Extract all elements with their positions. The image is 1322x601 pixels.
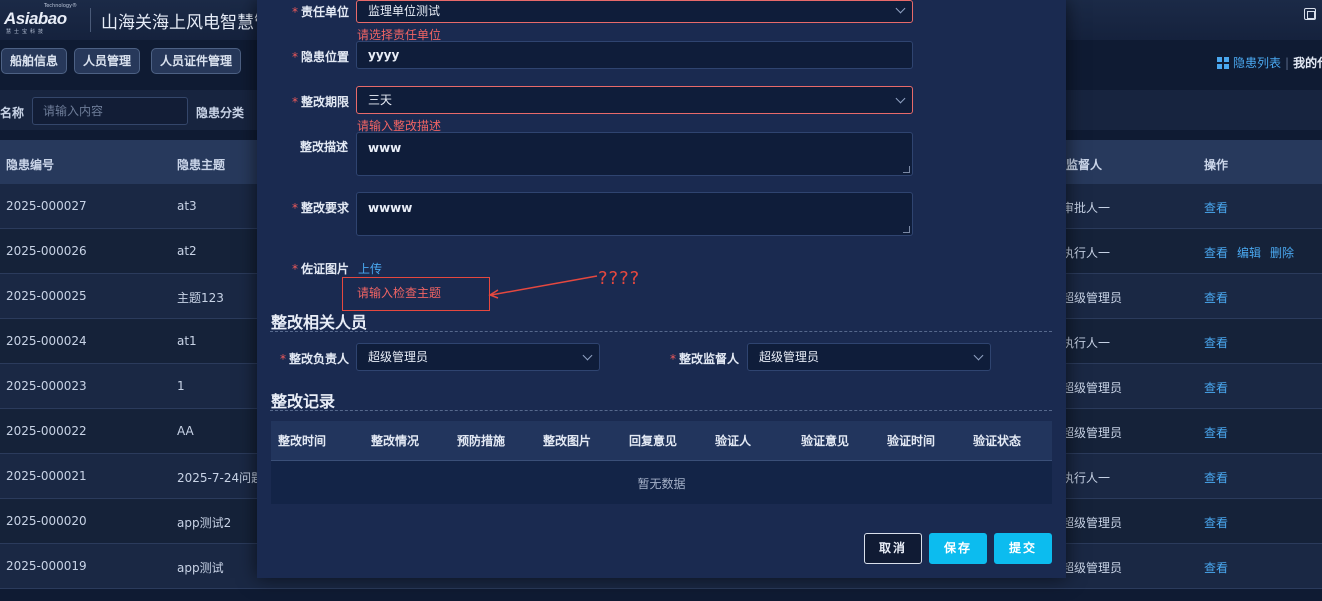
records-section-title: 整改记录 — [271, 392, 336, 411]
records-col-header: 预防措施 — [457, 434, 506, 448]
chevron-down-icon — [895, 3, 906, 14]
view-link[interactable]: 查看 — [1204, 334, 1228, 351]
hazard-location-input[interactable]: yyyy — [356, 41, 913, 69]
annotation-text: ???? — [598, 268, 641, 289]
cell-topic: 2025-7-24问题 — [177, 471, 264, 485]
tab-ship-info[interactable]: 船舶信息 — [1, 48, 68, 74]
cell-topic: 1 — [177, 379, 185, 393]
cell-topic: at3 — [177, 199, 197, 213]
supervisor-label: * 整改监督人 — [670, 352, 740, 366]
cell-supervisor: 执行人一 — [1062, 246, 1111, 260]
chevron-down-icon — [973, 350, 984, 361]
cell-supervisor: 超级管理员 — [1062, 381, 1123, 395]
col-topic: 隐患主题 — [177, 158, 226, 172]
cell-topic: AA — [177, 424, 194, 438]
name-filter-label: 名称 — [0, 106, 25, 120]
chevron-down-icon — [895, 93, 906, 104]
name-filter-input[interactable]: 请输入内容 — [32, 97, 188, 125]
view-link[interactable]: 查看 — [1204, 379, 1228, 396]
category-filter-label: 隐患分类 — [196, 106, 245, 120]
save-button[interactable]: 保存 — [929, 533, 987, 564]
records-col-header: 整改情况 — [371, 434, 420, 448]
records-col-header: 验证状态 — [973, 434, 1022, 448]
annotation-box — [342, 277, 490, 311]
cell-supervisor: 超级管理员 — [1062, 291, 1123, 305]
hazard-location-label: * 隐患位置 — [292, 50, 350, 64]
cell-id: 2025-000023 — [6, 379, 87, 393]
view-link[interactable]: 查看 — [1204, 559, 1228, 576]
col-ops: 操作 — [1204, 158, 1229, 172]
description-label: 整改描述 — [300, 140, 349, 154]
cell-supervisor: 执行人一 — [1062, 336, 1111, 350]
view-link[interactable]: 查看 — [1204, 514, 1228, 531]
records-col-header: 整改时间 — [278, 434, 327, 448]
cell-id: 2025-000019 — [6, 559, 87, 573]
people-section-divider — [270, 331, 1052, 332]
fullscreen-icon[interactable] — [1304, 8, 1316, 20]
link-divider: | — [1285, 56, 1290, 70]
owner-select[interactable]: 超级管理员 — [356, 343, 600, 371]
header-links: 隐患列表 |我的代办 — [1217, 54, 1322, 71]
records-col-header: 验证时间 — [887, 434, 936, 448]
cell-topic: app测试 — [177, 561, 224, 575]
tab-certificates[interactable]: 人员证件管理 — [151, 48, 242, 74]
cell-supervisor: 超级管理员 — [1062, 516, 1123, 530]
title-divider — [90, 8, 91, 32]
cell-topic: at1 — [177, 334, 197, 348]
responsible-unit-label: * 责任单位 — [292, 5, 350, 19]
annotation-arrow — [488, 275, 598, 299]
logo-brand: Asiabao — [4, 9, 67, 28]
requirement-textarea[interactable]: wwww — [356, 192, 913, 236]
deadline-select[interactable]: 三天 — [356, 86, 913, 114]
responsible-unit-select[interactable]: 监理单位测试 — [356, 0, 913, 23]
col-id: 隐患编号 — [6, 158, 55, 172]
owner-label: * 整改负责人 — [280, 352, 350, 366]
cell-topic: at2 — [177, 244, 197, 258]
cell-id: 2025-000022 — [6, 424, 87, 438]
submit-button[interactable]: 提交 — [994, 533, 1052, 564]
logo-sub: 慧士宝科技 — [6, 29, 47, 35]
supervisor-select[interactable]: 超级管理员 — [747, 343, 991, 371]
grid-icon — [1217, 57, 1229, 69]
deadline-label: * 整改期限 — [292, 95, 350, 109]
cell-supervisor: 超级管理员 — [1062, 426, 1123, 440]
cell-supervisor: 执行人一 — [1062, 471, 1111, 485]
cell-topic: app测试2 — [177, 516, 232, 530]
cell-id: 2025-000021 — [6, 469, 87, 483]
records-section-divider — [270, 410, 1052, 411]
view-link[interactable]: 查看 — [1204, 244, 1228, 261]
company-logo: Technology® Asiabao 慧士宝科技 — [4, 3, 84, 36]
view-link[interactable]: 查看 — [1204, 289, 1228, 306]
cell-id: 2025-000026 — [6, 244, 87, 258]
requirement-label: * 整改要求 — [292, 201, 350, 215]
evidence-label: * 佐证图片 — [292, 262, 350, 276]
cell-id: 2025-000020 — [6, 514, 87, 528]
view-link[interactable]: 查看 — [1204, 424, 1228, 441]
cell-id: 2025-000024 — [6, 334, 87, 348]
hazard-list-link[interactable]: 隐患列表 — [1233, 56, 1281, 70]
delete-link[interactable]: 删除 — [1270, 244, 1294, 261]
description-textarea[interactable]: www — [356, 132, 913, 176]
records-col-header: 回复意见 — [629, 434, 678, 448]
cell-supervisor: 超级管理员 — [1062, 561, 1123, 575]
view-link[interactable]: 查看 — [1204, 469, 1228, 486]
tab-personnel[interactable]: 人员管理 — [74, 48, 141, 74]
people-section-title: 整改相关人员 — [271, 313, 368, 332]
view-link[interactable]: 查看 — [1204, 199, 1228, 216]
records-col-header: 整改图片 — [543, 434, 592, 448]
cell-supervisor: 审批人一 — [1062, 201, 1111, 215]
cell-topic: 主题123 — [177, 291, 224, 305]
cell-id: 2025-000025 — [6, 289, 87, 303]
records-col-header: 验证人 — [715, 434, 752, 448]
col-supervisor: 监督人 — [1066, 158, 1103, 172]
records-col-header: 验证意见 — [801, 434, 850, 448]
my-todo-link[interactable]: 我的代办 — [1293, 56, 1322, 70]
cancel-button[interactable]: 取消 — [864, 533, 922, 564]
cell-id: 2025-000027 — [6, 199, 87, 213]
chevron-down-icon — [582, 350, 593, 361]
edit-link[interactable]: 编辑 — [1237, 244, 1261, 261]
records-empty: 暂无数据 — [637, 477, 686, 491]
upload-link[interactable]: 上传 — [358, 260, 382, 277]
app-title: 山海关海上风电智慧管理平台 — [101, 13, 261, 33]
